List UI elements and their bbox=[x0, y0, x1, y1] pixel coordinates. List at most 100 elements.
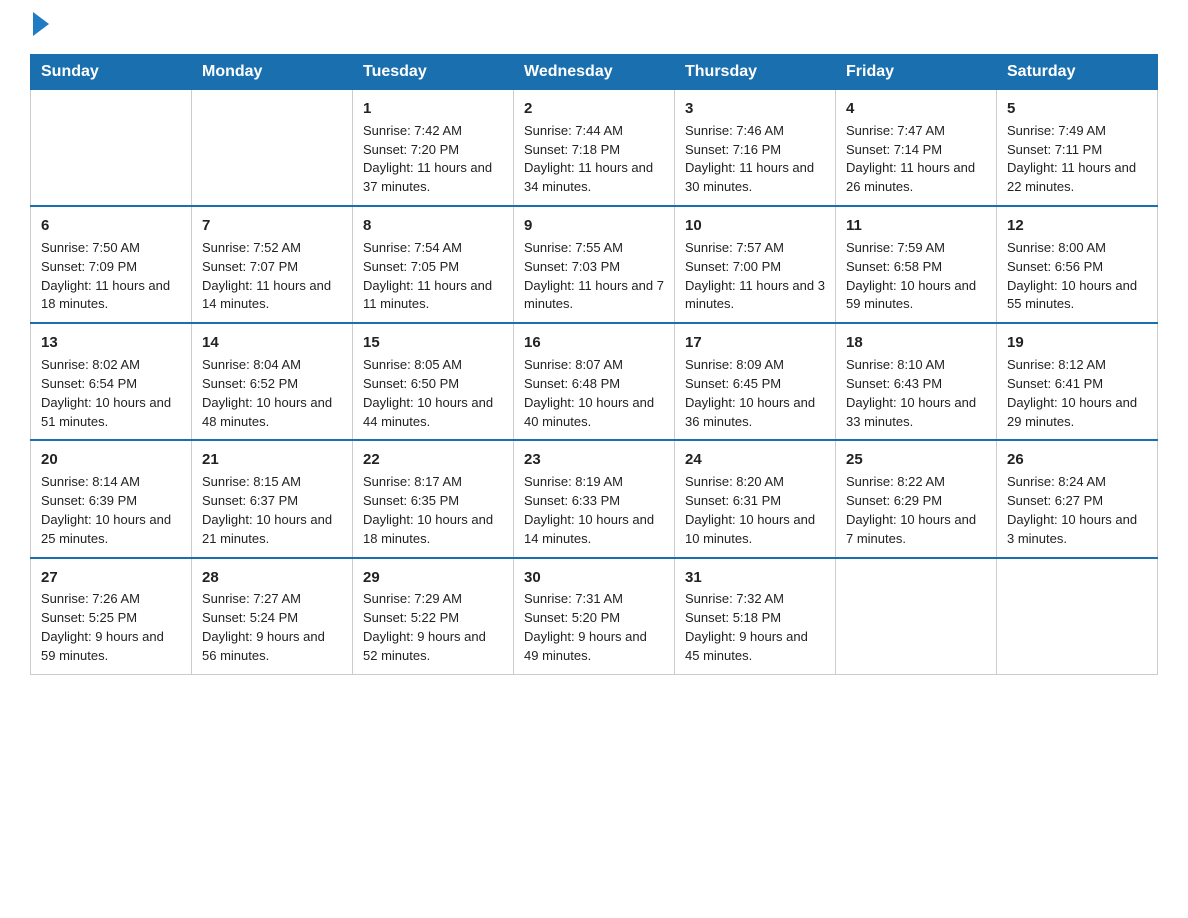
sunrise-text: Sunrise: 7:55 AM bbox=[524, 239, 664, 258]
sunrise-text: Sunrise: 8:09 AM bbox=[685, 356, 825, 375]
day-number: 19 bbox=[1007, 332, 1147, 354]
daylight-text: Daylight: 9 hours and 56 minutes. bbox=[202, 628, 342, 666]
day-number: 10 bbox=[685, 215, 825, 237]
calendar-cell: 29Sunrise: 7:29 AMSunset: 5:22 PMDayligh… bbox=[353, 558, 514, 675]
calendar-cell: 4Sunrise: 7:47 AMSunset: 7:14 PMDaylight… bbox=[836, 90, 997, 207]
sunrise-text: Sunrise: 7:54 AM bbox=[363, 239, 503, 258]
calendar-cell: 7Sunrise: 7:52 AMSunset: 7:07 PMDaylight… bbox=[192, 206, 353, 323]
daylight-text: Daylight: 10 hours and 14 minutes. bbox=[524, 511, 664, 549]
daylight-text: Daylight: 9 hours and 52 minutes. bbox=[363, 628, 503, 666]
daylight-text: Daylight: 10 hours and 21 minutes. bbox=[202, 511, 342, 549]
sunrise-text: Sunrise: 7:59 AM bbox=[846, 239, 986, 258]
day-number: 14 bbox=[202, 332, 342, 354]
calendar-cell: 6Sunrise: 7:50 AMSunset: 7:09 PMDaylight… bbox=[31, 206, 192, 323]
daylight-text: Daylight: 10 hours and 25 minutes. bbox=[41, 511, 181, 549]
calendar-cell: 27Sunrise: 7:26 AMSunset: 5:25 PMDayligh… bbox=[31, 558, 192, 675]
sunset-text: Sunset: 7:20 PM bbox=[363, 141, 503, 160]
daylight-text: Daylight: 10 hours and 3 minutes. bbox=[1007, 511, 1147, 549]
calendar-cell: 9Sunrise: 7:55 AMSunset: 7:03 PMDaylight… bbox=[514, 206, 675, 323]
daylight-text: Daylight: 10 hours and 48 minutes. bbox=[202, 394, 342, 432]
sunrise-text: Sunrise: 8:17 AM bbox=[363, 473, 503, 492]
daylight-text: Daylight: 9 hours and 45 minutes. bbox=[685, 628, 825, 666]
daylight-text: Daylight: 11 hours and 37 minutes. bbox=[363, 159, 503, 197]
day-number: 9 bbox=[524, 215, 664, 237]
sunset-text: Sunset: 6:39 PM bbox=[41, 492, 181, 511]
sunset-text: Sunset: 6:52 PM bbox=[202, 375, 342, 394]
calendar-cell: 24Sunrise: 8:20 AMSunset: 6:31 PMDayligh… bbox=[675, 440, 836, 557]
calendar-cell: 3Sunrise: 7:46 AMSunset: 7:16 PMDaylight… bbox=[675, 90, 836, 207]
calendar-cell: 20 Sunrise: 8:14 AMSunset: 6:39 PMDayligh… bbox=[31, 440, 192, 557]
calendar-cell bbox=[192, 90, 353, 207]
calendar-cell: 30Sunrise: 7:31 AMSunset: 5:20 PMDayligh… bbox=[514, 558, 675, 675]
calendar-cell: 19Sunrise: 8:12 AMSunset: 6:41 PMDayligh… bbox=[997, 323, 1158, 440]
day-number: 28 bbox=[202, 567, 342, 589]
day-number: 4 bbox=[846, 98, 986, 120]
calendar-cell: 16Sunrise: 8:07 AMSunset: 6:48 PMDayligh… bbox=[514, 323, 675, 440]
sunset-text: Sunset: 7:16 PM bbox=[685, 141, 825, 160]
calendar-cell bbox=[836, 558, 997, 675]
calendar-cell: 25Sunrise: 8:22 AMSunset: 6:29 PMDayligh… bbox=[836, 440, 997, 557]
day-number: 27 bbox=[41, 567, 181, 589]
daylight-text: Daylight: 11 hours and 26 minutes. bbox=[846, 159, 986, 197]
calendar-week-4: 20Sunrise: 8:14 AMSunset: 6:39 PMDayligh… bbox=[31, 440, 1158, 557]
day-number: 25 bbox=[846, 449, 986, 471]
day-number: 26 bbox=[1007, 449, 1147, 471]
day-number: 12 bbox=[1007, 215, 1147, 237]
sunset-text: Sunset: 5:22 PM bbox=[363, 609, 503, 628]
calendar-cell: 15Sunrise: 8:05 AMSunset: 6:50 PMDayligh… bbox=[353, 323, 514, 440]
sunset-text: Sunset: 6:50 PM bbox=[363, 375, 503, 394]
day-number: 23 bbox=[524, 449, 664, 471]
calendar-cell bbox=[997, 558, 1158, 675]
sunrise-text: Sunrise: 7:26 AM bbox=[41, 590, 181, 609]
sunrise-text: Sunrise: 8:07 AM bbox=[524, 356, 664, 375]
calendar-cell: 21Sunrise: 8:15 AMSunset: 6:37 PMDayligh… bbox=[192, 440, 353, 557]
calendar-table: SundayMondayTuesdayWednesdayThursdayFrid… bbox=[30, 54, 1158, 675]
day-number: 11 bbox=[846, 215, 986, 237]
daylight-text: Daylight: 10 hours and 51 minutes. bbox=[41, 394, 181, 432]
day-number: 7 bbox=[202, 215, 342, 237]
day-number: 6 bbox=[41, 215, 181, 237]
sunset-text: Sunset: 7:14 PM bbox=[846, 141, 986, 160]
daylight-text: Daylight: 11 hours and 3 minutes. bbox=[685, 277, 825, 315]
calendar-cell: 10Sunrise: 7:57 AMSunset: 7:00 PMDayligh… bbox=[675, 206, 836, 323]
day-number: 3 bbox=[685, 98, 825, 120]
calendar-header-friday: Friday bbox=[836, 55, 997, 90]
sunset-text: Sunset: 6:27 PM bbox=[1007, 492, 1147, 511]
day-number: 20 bbox=[41, 449, 181, 471]
calendar-header-monday: Monday bbox=[192, 55, 353, 90]
daylight-text: Daylight: 10 hours and 44 minutes. bbox=[363, 394, 503, 432]
sunset-text: Sunset: 5:25 PM bbox=[41, 609, 181, 628]
daylight-text: Daylight: 11 hours and 7 minutes. bbox=[524, 277, 664, 315]
sunset-text: Sunset: 7:05 PM bbox=[363, 258, 503, 277]
calendar-cell: 5Sunrise: 7:49 AMSunset: 7:11 PMDaylight… bbox=[997, 90, 1158, 207]
sunrise-text: Sunrise: 8:12 AM bbox=[1007, 356, 1147, 375]
daylight-text: Daylight: 11 hours and 18 minutes. bbox=[41, 277, 181, 315]
sunset-text: Sunset: 7:11 PM bbox=[1007, 141, 1147, 160]
day-number: 1 bbox=[363, 98, 503, 120]
sunrise-text: Sunrise: 8:02 AM bbox=[41, 356, 181, 375]
sunrise-text: Sunrise: 7:32 AM bbox=[685, 590, 825, 609]
calendar-week-2: 6Sunrise: 7:50 AMSunset: 7:09 PMDaylight… bbox=[31, 206, 1158, 323]
calendar-cell: 17Sunrise: 8:09 AMSunset: 6:45 PMDayligh… bbox=[675, 323, 836, 440]
daylight-text: Daylight: 10 hours and 40 minutes. bbox=[524, 394, 664, 432]
daylight-text: Daylight: 10 hours and 18 minutes. bbox=[363, 511, 503, 549]
calendar-cell: 26Sunrise: 8:24 AMSunset: 6:27 PMDayligh… bbox=[997, 440, 1158, 557]
sunrise-text: Sunrise: 7:49 AM bbox=[1007, 122, 1147, 141]
calendar-week-1: 1Sunrise: 7:42 AMSunset: 7:20 PMDaylight… bbox=[31, 90, 1158, 207]
sunrise-text: Sunrise: 7:44 AM bbox=[524, 122, 664, 141]
daylight-text: Daylight: 9 hours and 59 minutes. bbox=[41, 628, 181, 666]
sunset-text: Sunset: 6:56 PM bbox=[1007, 258, 1147, 277]
day-number: 13 bbox=[41, 332, 181, 354]
sunrise-text: Sunrise: 8:20 AM bbox=[685, 473, 825, 492]
calendar-cell: 13Sunrise: 8:02 AMSunset: 6:54 PMDayligh… bbox=[31, 323, 192, 440]
calendar-cell: 11Sunrise: 7:59 AMSunset: 6:58 PMDayligh… bbox=[836, 206, 997, 323]
calendar-header-sunday: Sunday bbox=[31, 55, 192, 90]
daylight-text: Daylight: 10 hours and 33 minutes. bbox=[846, 394, 986, 432]
sunrise-text: Sunrise: 8:14 AM bbox=[41, 473, 181, 492]
calendar-header-tuesday: Tuesday bbox=[353, 55, 514, 90]
sunrise-text: Sunrise: 8:19 AM bbox=[524, 473, 664, 492]
calendar-cell: 2Sunrise: 7:44 AMSunset: 7:18 PMDaylight… bbox=[514, 90, 675, 207]
sunrise-text: Sunrise: 7:57 AM bbox=[685, 239, 825, 258]
calendar-cell: 12Sunrise: 8:00 AMSunset: 6:56 PMDayligh… bbox=[997, 206, 1158, 323]
calendar-cell: 8Sunrise: 7:54 AMSunset: 7:05 PMDaylight… bbox=[353, 206, 514, 323]
